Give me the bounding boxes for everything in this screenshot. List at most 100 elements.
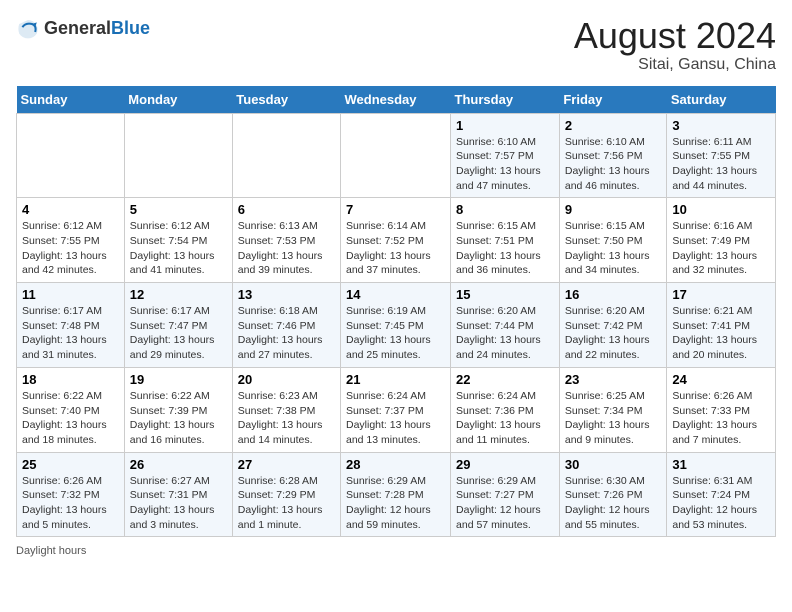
month-year-title: August 2024 xyxy=(574,16,776,56)
calendar-week-row: 18 Sunrise: 6:22 AMSunset: 7:40 PMDayligh… xyxy=(17,367,776,452)
day-info: Sunrise: 6:29 AMSunset: 7:28 PMDaylight:… xyxy=(346,474,445,533)
calendar-cell: 17Sunrise: 6:21 AMSunset: 7:41 PMDayligh… xyxy=(667,283,776,368)
calendar-cell: 13 Sunrise: 6:18 AMSunset: 7:46 PMDayligh… xyxy=(232,283,340,368)
calendar-cell: 7Sunrise: 6:14 AMSunset: 7:52 PMDaylight… xyxy=(341,198,451,283)
calendar-cell: 24 Sunrise: 6:26 AMSunset: 7:33 PMDayligh… xyxy=(667,367,776,452)
day-number: 8 xyxy=(456,202,554,217)
calendar-cell: 20Sunrise: 6:23 AMSunset: 7:38 PMDayligh… xyxy=(232,367,340,452)
day-number: 28 xyxy=(346,457,445,472)
day-number: 7 xyxy=(346,202,445,217)
calendar-cell: 19Sunrise: 6:22 AMSunset: 7:39 PMDayligh… xyxy=(124,367,232,452)
calendar-cell: 11Sunrise: 6:17 AMSunset: 7:48 PMDayligh… xyxy=(17,283,125,368)
calendar-cell: 21 Sunrise: 6:24 AMSunset: 7:37 PMDayligh… xyxy=(341,367,451,452)
calendar-cell: 14Sunrise: 6:19 AMSunset: 7:45 PMDayligh… xyxy=(341,283,451,368)
day-info: Sunrise: 6:24 AMSunset: 7:37 PMDaylight:… xyxy=(346,389,445,448)
day-of-week-sunday: Sunday xyxy=(17,86,125,114)
day-info: Sunrise: 6:12 AMSunset: 7:55 PMDaylight:… xyxy=(22,219,119,278)
calendar-cell: 28 Sunrise: 6:29 AMSunset: 7:28 PMDayligh… xyxy=(341,452,451,537)
calendar-cell: 2Sunrise: 6:10 AMSunset: 7:56 PMDaylight… xyxy=(559,113,667,198)
day-of-week-monday: Monday xyxy=(124,86,232,114)
logo-icon xyxy=(16,16,40,40)
daylight-hours-label: Daylight hours xyxy=(16,545,86,557)
calendar-cell: 1 Sunrise: 6:10 AMSunset: 7:57 PMDaylight… xyxy=(451,113,560,198)
calendar-cell: 25Sunrise: 6:26 AMSunset: 7:32 PMDayligh… xyxy=(17,452,125,537)
logo-general-text: General xyxy=(44,18,111,38)
logo: GeneralBlue xyxy=(16,16,150,40)
day-number: 9 xyxy=(565,202,662,217)
day-info: Sunrise: 6:15 AMSunset: 7:51 PMDaylight:… xyxy=(456,219,554,278)
day-info: Sunrise: 6:20 AMSunset: 7:44 PMDaylight:… xyxy=(456,304,554,363)
day-number: 24 xyxy=(672,372,770,387)
day-number: 20 xyxy=(238,372,335,387)
calendar-cell: 8 Sunrise: 6:15 AMSunset: 7:51 PMDaylight… xyxy=(451,198,560,283)
day-number: 23 xyxy=(565,372,662,387)
day-number: 21 xyxy=(346,372,445,387)
day-number: 1 xyxy=(456,118,554,133)
footer: Daylight hours xyxy=(16,545,776,557)
day-of-week-saturday: Saturday xyxy=(667,86,776,114)
day-info: Sunrise: 6:11 AMSunset: 7:55 PMDaylight:… xyxy=(672,135,770,194)
calendar-cell: 4 Sunrise: 6:12 AMSunset: 7:55 PMDaylight… xyxy=(17,198,125,283)
logo-blue-text: Blue xyxy=(111,18,150,38)
day-info: Sunrise: 6:13 AMSunset: 7:53 PMDaylight:… xyxy=(238,219,335,278)
calendar-cell: 22Sunrise: 6:24 AMSunset: 7:36 PMDayligh… xyxy=(451,367,560,452)
calendar-cell: 5Sunrise: 6:12 AMSunset: 7:54 PMDaylight… xyxy=(124,198,232,283)
calendar-cell: 3Sunrise: 6:11 AMSunset: 7:55 PMDaylight… xyxy=(667,113,776,198)
title-block: August 2024 Sitai, Gansu, China xyxy=(574,16,776,74)
calendar-cell xyxy=(232,113,340,198)
day-info: Sunrise: 6:26 AMSunset: 7:32 PMDaylight:… xyxy=(22,474,119,533)
day-of-week-tuesday: Tuesday xyxy=(232,86,340,114)
day-number: 17 xyxy=(672,287,770,302)
day-number: 22 xyxy=(456,372,554,387)
day-info: Sunrise: 6:25 AMSunset: 7:34 PMDaylight:… xyxy=(565,389,662,448)
calendar-cell: 29Sunrise: 6:29 AMSunset: 7:27 PMDayligh… xyxy=(451,452,560,537)
calendar-cell xyxy=(341,113,451,198)
calendar-week-row: 4 Sunrise: 6:12 AMSunset: 7:55 PMDaylight… xyxy=(17,198,776,283)
day-info: Sunrise: 6:17 AMSunset: 7:48 PMDaylight:… xyxy=(22,304,119,363)
day-number: 31 xyxy=(672,457,770,472)
day-number: 27 xyxy=(238,457,335,472)
day-number: 10 xyxy=(672,202,770,217)
calendar-table: SundayMondayTuesdayWednesdayThursdayFrid… xyxy=(16,86,776,538)
day-info: Sunrise: 6:22 AMSunset: 7:40 PMDaylight:… xyxy=(22,389,119,448)
calendar-cell xyxy=(17,113,125,198)
day-info: Sunrise: 6:30 AMSunset: 7:26 PMDaylight:… xyxy=(565,474,662,533)
day-of-week-wednesday: Wednesday xyxy=(341,86,451,114)
day-info: Sunrise: 6:18 AMSunset: 7:46 PMDaylight:… xyxy=(238,304,335,363)
day-info: Sunrise: 6:10 AMSunset: 7:57 PMDaylight:… xyxy=(456,135,554,194)
day-of-week-friday: Friday xyxy=(559,86,667,114)
calendar-cell: 10 Sunrise: 6:16 AMSunset: 7:49 PMDayligh… xyxy=(667,198,776,283)
location-subtitle: Sitai, Gansu, China xyxy=(574,56,776,74)
calendar-cell: 31 Sunrise: 6:31 AMSunset: 7:24 PMDayligh… xyxy=(667,452,776,537)
day-info: Sunrise: 6:26 AMSunset: 7:33 PMDaylight:… xyxy=(672,389,770,448)
day-number: 4 xyxy=(22,202,119,217)
day-number: 15 xyxy=(456,287,554,302)
day-number: 26 xyxy=(130,457,227,472)
day-info: Sunrise: 6:15 AMSunset: 7:50 PMDaylight:… xyxy=(565,219,662,278)
day-number: 6 xyxy=(238,202,335,217)
calendar-cell: 27Sunrise: 6:28 AMSunset: 7:29 PMDayligh… xyxy=(232,452,340,537)
day-number: 13 xyxy=(238,287,335,302)
calendar-cell: 12Sunrise: 6:17 AMSunset: 7:47 PMDayligh… xyxy=(124,283,232,368)
calendar-header-row: SundayMondayTuesdayWednesdayThursdayFrid… xyxy=(17,86,776,114)
calendar-cell: 30Sunrise: 6:30 AMSunset: 7:26 PMDayligh… xyxy=(559,452,667,537)
day-number: 29 xyxy=(456,457,554,472)
day-info: Sunrise: 6:19 AMSunset: 7:45 PMDaylight:… xyxy=(346,304,445,363)
calendar-cell: 9 Sunrise: 6:15 AMSunset: 7:50 PMDaylight… xyxy=(559,198,667,283)
calendar-cell: 16Sunrise: 6:20 AMSunset: 7:42 PMDayligh… xyxy=(559,283,667,368)
calendar-cell: 6 Sunrise: 6:13 AMSunset: 7:53 PMDaylight… xyxy=(232,198,340,283)
day-number: 5 xyxy=(130,202,227,217)
day-number: 12 xyxy=(130,287,227,302)
calendar-cell: 26 Sunrise: 6:27 AMSunset: 7:31 PMDayligh… xyxy=(124,452,232,537)
day-number: 18 xyxy=(22,372,119,387)
calendar-cell xyxy=(124,113,232,198)
calendar-week-row: 11Sunrise: 6:17 AMSunset: 7:48 PMDayligh… xyxy=(17,283,776,368)
day-of-week-thursday: Thursday xyxy=(451,86,560,114)
calendar-week-row: 25Sunrise: 6:26 AMSunset: 7:32 PMDayligh… xyxy=(17,452,776,537)
calendar-cell: 15 Sunrise: 6:20 AMSunset: 7:44 PMDayligh… xyxy=(451,283,560,368)
day-info: Sunrise: 6:20 AMSunset: 7:42 PMDaylight:… xyxy=(565,304,662,363)
day-info: Sunrise: 6:22 AMSunset: 7:39 PMDaylight:… xyxy=(130,389,227,448)
day-info: Sunrise: 6:16 AMSunset: 7:49 PMDaylight:… xyxy=(672,219,770,278)
day-info: Sunrise: 6:31 AMSunset: 7:24 PMDaylight:… xyxy=(672,474,770,533)
day-info: Sunrise: 6:27 AMSunset: 7:31 PMDaylight:… xyxy=(130,474,227,533)
